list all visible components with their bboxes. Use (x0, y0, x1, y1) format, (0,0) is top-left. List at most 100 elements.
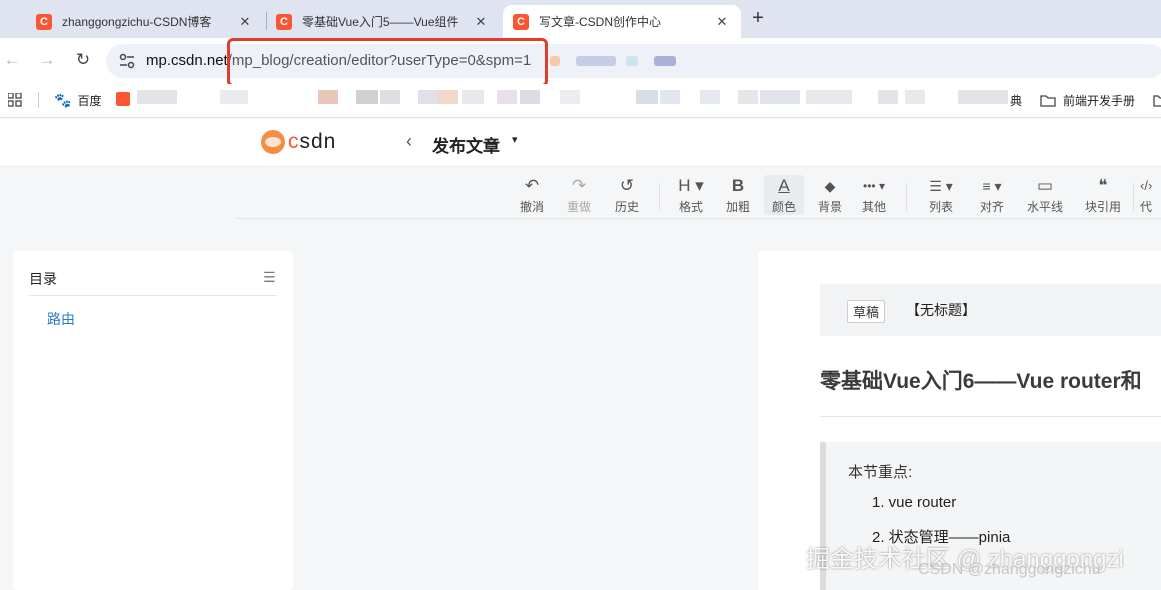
forward-button[interactable]: → (37, 50, 57, 70)
csdn-bookmark-icon[interactable] (116, 92, 130, 106)
quote-icon: ❝ (1098, 176, 1108, 195)
redacted-bookmarks (462, 90, 484, 104)
code-button[interactable]: ‹/› 代 (1140, 175, 1161, 215)
bookmark-label: 百度 (77, 94, 102, 108)
horizontal-rule-button[interactable]: ▭ 水平线 (1024, 175, 1066, 215)
format-button[interactable]: H ▾ 格式 (671, 175, 711, 215)
tab-csdn-blog[interactable]: C zhanggongzichu-CSDN博客 ✕ (26, 5, 264, 38)
redacted-bookmarks (380, 90, 400, 104)
list-button[interactable]: ☰ ▾ 列表 (921, 175, 961, 215)
tool-label: 块引用 (1084, 200, 1121, 214)
list-item: 1. vue router (872, 494, 957, 511)
font-color-icon: A (778, 176, 790, 195)
tab-write-article[interactable]: C 写文章-CSDN创作中心 ✕ (503, 5, 741, 38)
bookmark-divider (38, 92, 39, 108)
table-of-contents: 目录 ☰ 路由 (13, 251, 293, 590)
bookmark-label: 典 (1010, 94, 1023, 108)
bookmarks-bar: 🐾 百度 典 前端开发手册 (0, 84, 1161, 118)
tab-title: zhanggongzichu-CSDN博客 (62, 15, 212, 29)
horizontal-rule-icon: ▭ (1036, 176, 1054, 195)
color-button[interactable]: A 颜色 (764, 175, 804, 215)
site-settings-icon[interactable] (118, 52, 136, 70)
history-icon: ↺ (619, 176, 635, 195)
url-highlight-annotation (227, 38, 548, 87)
csdn-favicon-icon: C (513, 13, 529, 30)
toc-title: 目录 (29, 271, 57, 287)
csdn-header: csdn ‹ 发布文章 ▾ (0, 119, 1161, 167)
redacted-bookmarks (958, 90, 1008, 104)
close-tab-icon[interactable]: ✕ (236, 14, 254, 30)
tool-label: 撤消 (519, 200, 544, 214)
redacted-bookmarks (660, 90, 680, 104)
redacted-bookmarks (760, 90, 800, 104)
blockquote-button[interactable]: ❝ 块引用 (1082, 175, 1124, 215)
new-tab-button[interactable]: + (749, 7, 767, 29)
background-button[interactable]: ◆ 背景 (810, 175, 850, 215)
reload-button[interactable]: ↻ (73, 50, 93, 70)
csdn-watermark: CSDN @zhanggongzichu (918, 561, 1101, 578)
tool-label: 历史 (614, 200, 639, 214)
history-button[interactable]: ↺ 历史 (607, 175, 647, 215)
redacted-url-part (626, 56, 638, 66)
list-icon: ☰ ▾ (929, 178, 953, 194)
redacted-bookmarks (905, 90, 925, 104)
redacted-bookmarks (356, 90, 378, 104)
csdn-favicon-icon: C (36, 13, 52, 30)
redacted-bookmarks (318, 90, 338, 104)
paint-bucket-icon: ◆ (824, 178, 836, 194)
draft-badge: 草稿 (847, 300, 886, 323)
align-button[interactable]: ≡ ▾ 对齐 (972, 175, 1012, 215)
redacted-bookmarks (700, 90, 720, 104)
bold-button[interactable]: B 加粗 (718, 175, 758, 215)
article-title[interactable]: 零基础Vue入门6——Vue router和 (820, 365, 1142, 395)
toc-divider (29, 295, 277, 296)
other-button[interactable]: ••• ▾ 其他 (854, 175, 894, 215)
logo-text-c: c (288, 130, 300, 153)
tool-label: 代 (1140, 200, 1153, 214)
bookmark-partial[interactable]: 典 (1010, 92, 1022, 109)
folder-icon (1040, 95, 1056, 107)
redacted-bookmarks (738, 90, 758, 104)
redo-icon: ↷ (571, 176, 587, 195)
browser-tab-bar: C zhanggongzichu-CSDN博客 ✕ C 零基础Vue入门5——V… (0, 0, 1161, 38)
bookmark-folder-frontend[interactable]: 前端开发手册 (1040, 92, 1135, 109)
tool-label: 列表 (928, 200, 953, 214)
redacted-url-part (576, 56, 616, 66)
tool-label: 颜色 (771, 200, 796, 214)
tool-label: 背景 (817, 200, 842, 214)
redacted-url-part (550, 56, 560, 66)
tool-label: 加粗 (725, 200, 750, 214)
bookmark-baidu[interactable]: 🐾 百度 (54, 92, 101, 109)
csdn-mascot-icon (261, 130, 285, 154)
redacted-bookmarks (560, 90, 580, 104)
baidu-paw-icon: 🐾 (54, 92, 72, 108)
undo-button[interactable]: ↶ 撤消 (512, 175, 552, 215)
tab-vue-intro-5[interactable]: C 零基础Vue入门5——Vue组件 ✕ (266, 5, 500, 38)
back-button[interactable]: ← (2, 50, 22, 70)
tool-label: 其他 (861, 200, 886, 214)
page-title[interactable]: 发布文章 (432, 132, 500, 157)
chevron-down-icon[interactable]: ▾ (512, 133, 518, 146)
url-host: mp.csdn.net (146, 52, 228, 69)
folder-icon[interactable] (1153, 94, 1161, 107)
title-bar: 草稿 【无标题】 (820, 284, 1161, 336)
apps-grid-icon[interactable] (8, 93, 22, 107)
collapse-toc-icon[interactable]: ☰ (263, 269, 276, 286)
tool-label: 对齐 (979, 200, 1004, 214)
quote-heading: 本节重点: (848, 464, 913, 481)
csdn-logo[interactable]: csdn (261, 130, 336, 154)
toolbar-divider (659, 183, 660, 211)
more-icon: ••• ▾ (863, 179, 885, 193)
toolbar-bottom-border (236, 218, 1161, 219)
redacted-bookmarks (497, 90, 517, 104)
redacted-bookmarks (137, 90, 177, 104)
heading-icon: H ▾ (678, 176, 704, 195)
close-tab-icon[interactable]: ✕ (472, 14, 490, 30)
back-chevron-icon[interactable]: ‹ (406, 131, 412, 152)
toolbar-divider (906, 183, 907, 211)
redo-button[interactable]: ↷ 重做 (559, 175, 599, 215)
csdn-favicon-icon: C (276, 13, 292, 30)
close-tab-icon[interactable]: ✕ (713, 14, 731, 30)
toc-item-routing[interactable]: 路由 (47, 309, 75, 329)
redacted-bookmarks (220, 90, 248, 104)
